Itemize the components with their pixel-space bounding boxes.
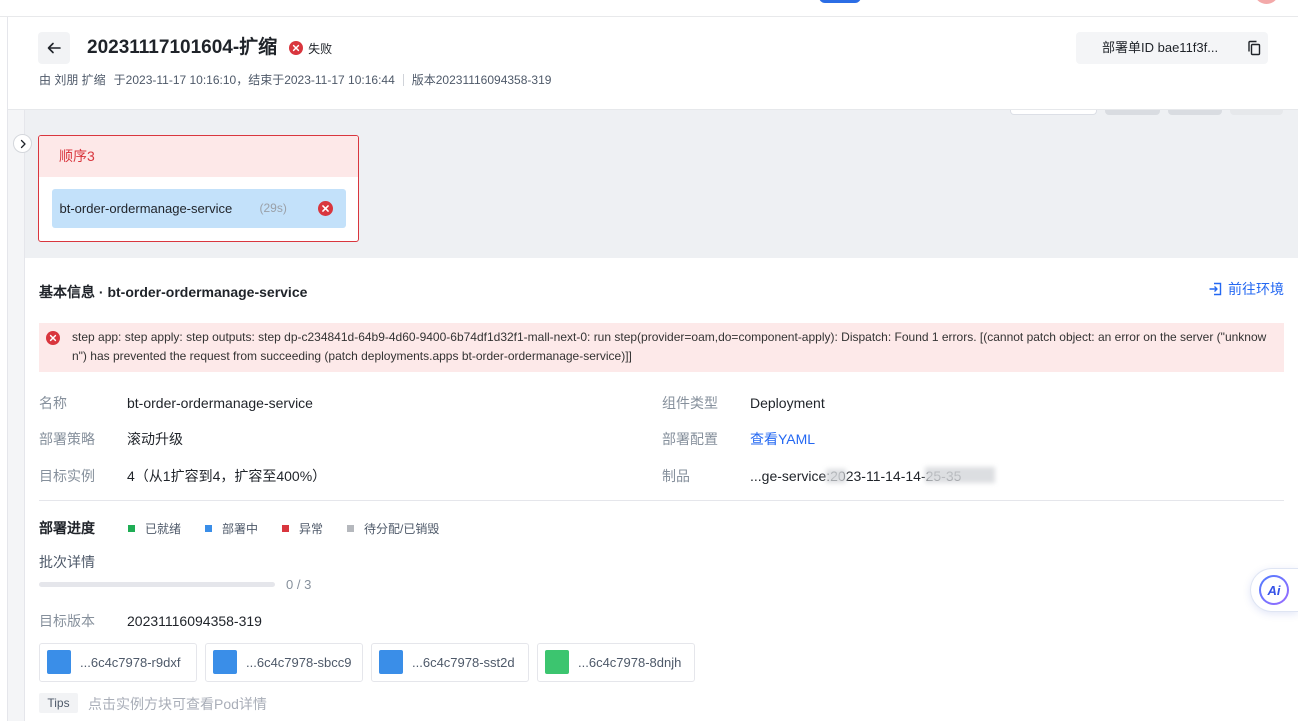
error-message: step app: step apply: step outputs: step…: [72, 330, 1267, 363]
ai-assistant-icon[interactable]: Ai: [1259, 575, 1289, 605]
goto-env-label: 前往环境: [1228, 281, 1284, 297]
legend-item-ready: 已就绪: [128, 520, 181, 537]
status-badge: 失败: [289, 40, 332, 57]
legend-label: 部署中: [222, 521, 259, 536]
instance-name: ...6c4c7978-sbcc9: [246, 655, 352, 670]
instance-status-block[interactable]: [545, 650, 569, 674]
ai-logo-text: Ai: [1267, 582, 1281, 598]
batch-progress-text: 0 / 3: [286, 577, 312, 592]
back-button[interactable]: [38, 32, 70, 64]
deploy-id-text: 部署单ID bae11f3f...: [1102, 40, 1219, 55]
chevron-right-icon: [18, 139, 28, 149]
instance-status-block[interactable]: [379, 650, 403, 674]
progress-title: 部署进度: [39, 520, 95, 536]
error-alert: step app: step apply: step outputs: step…: [39, 323, 1284, 372]
legend-label: 待分配/已销毁: [364, 521, 440, 536]
field-label-target-instances: 目标实例: [39, 468, 95, 484]
meta-operator: 由 刘朋 扩缩: [39, 73, 106, 87]
legend-swatch: [205, 524, 213, 532]
field-value-target-instances: 4（从1扩容到4，扩容至400%）: [127, 468, 327, 484]
instance-status-block[interactable]: [213, 650, 237, 674]
legend-item-error: 异常: [282, 520, 323, 537]
legend-swatch: [282, 524, 290, 532]
arrow-left-icon: [46, 40, 62, 56]
collapsed-side-panel: [8, 110, 25, 721]
target-version-label: 目标版本: [39, 613, 95, 629]
batch-label: 批次详情: [39, 554, 95, 570]
field-value-name: bt-order-ordermanage-service: [127, 395, 313, 411]
legend-swatch: [128, 524, 135, 532]
section-divider: [39, 500, 1284, 501]
batch-progress-bar: [39, 582, 275, 587]
avatar[interactable]: [1254, 0, 1279, 4]
pipeline-canvas: 顺序3 bt-order-ordermanage-service (29s): [25, 104, 1298, 258]
meta-time: 于2023-11-17 10:16:10，结束于2023-11-17 10:16…: [113, 73, 395, 87]
redaction-blur: [925, 467, 995, 483]
page-header: 20231117101604-扩缩 失败 由 刘朋 扩缩 于2023-11-17…: [8, 17, 1298, 110]
legend-label: 异常: [299, 521, 324, 536]
field-value-strategy: 滚动升级: [127, 431, 183, 447]
legend-item-deploying: 部署中: [205, 520, 258, 537]
copy-icon[interactable]: [1246, 40, 1262, 56]
instance-status-block[interactable]: [47, 650, 71, 674]
x-circle-icon: [317, 200, 333, 216]
instance-name: ...6c4c7978-8dnjh: [578, 655, 682, 670]
stage-card: 顺序3 bt-order-ordermanage-service (29s): [38, 135, 359, 242]
page-title: 20231117101604-扩缩: [87, 37, 278, 58]
x-circle-icon: [46, 331, 60, 345]
status-label: 失败: [308, 41, 333, 56]
tips-tag: Tips: [39, 693, 78, 713]
expand-panel-button[interactable]: [13, 134, 32, 153]
instance-card[interactable]: ...6c4c7978-r9dxf: [39, 643, 197, 682]
instance-card[interactable]: ...6c4c7978-sst2d: [371, 643, 529, 682]
detail-panel: 基本信息 · bt-order-ordermanage-service 前往环境…: [25, 258, 1298, 721]
instance-name: ...6c4c7978-sst2d: [412, 655, 515, 670]
field-label-artifact: 制品: [662, 468, 690, 484]
target-version-value: 20231116094358-319: [127, 613, 262, 629]
legend-label: 已就绪: [145, 521, 182, 536]
section-title: 基本信息 · bt-order-ordermanage-service: [39, 284, 308, 300]
enter-icon: [1208, 282, 1222, 296]
legend-item-pending: 待分配/已销毁: [347, 520, 439, 537]
task-name: bt-order-ordermanage-service: [59, 200, 233, 216]
field-label-name: 名称: [39, 395, 67, 411]
redaction-blur: [826, 469, 846, 483]
task-chip[interactable]: bt-order-ordermanage-service (29s): [51, 188, 346, 228]
meta-version: 版本20231116094358-319: [402, 74, 551, 86]
deploy-id-box: 部署单ID bae11f3f...: [1076, 32, 1268, 64]
field-value-component-type: Deployment: [750, 395, 825, 411]
field-label-config: 部署配置: [662, 431, 718, 447]
active-nav-indicator[interactable]: [819, 0, 861, 3]
tips-text: 点击实例方块可查看Pod详情: [88, 696, 267, 712]
stage-title: 顺序3: [39, 136, 358, 177]
field-label-component-type: 组件类型: [662, 395, 718, 411]
goto-env-button[interactable]: 前往环境: [1208, 279, 1284, 299]
instance-card[interactable]: ...6c4c7978-sbcc9: [205, 643, 363, 682]
top-nav-bar: [0, 0, 1298, 17]
x-circle-icon: [289, 41, 304, 55]
view-yaml-link[interactable]: 查看YAML: [750, 429, 815, 449]
instance-card[interactable]: ...6c4c7978-8dnjh: [537, 643, 695, 682]
ai-assistant-button[interactable]: Ai: [1250, 568, 1298, 612]
title-row: 20231117101604-扩缩 失败: [87, 35, 332, 61]
page-meta: 由 刘朋 扩缩 于2023-11-17 10:16:10，结束于2023-11-…: [39, 72, 551, 88]
field-label-strategy: 部署策略: [39, 431, 95, 447]
progress-legend: 已就绪 部署中 异常 待分配/已销毁: [128, 520, 463, 536]
task-duration: (29s): [259, 200, 287, 215]
instance-name: ...6c4c7978-r9dxf: [80, 655, 181, 670]
legend-swatch: [347, 524, 355, 532]
